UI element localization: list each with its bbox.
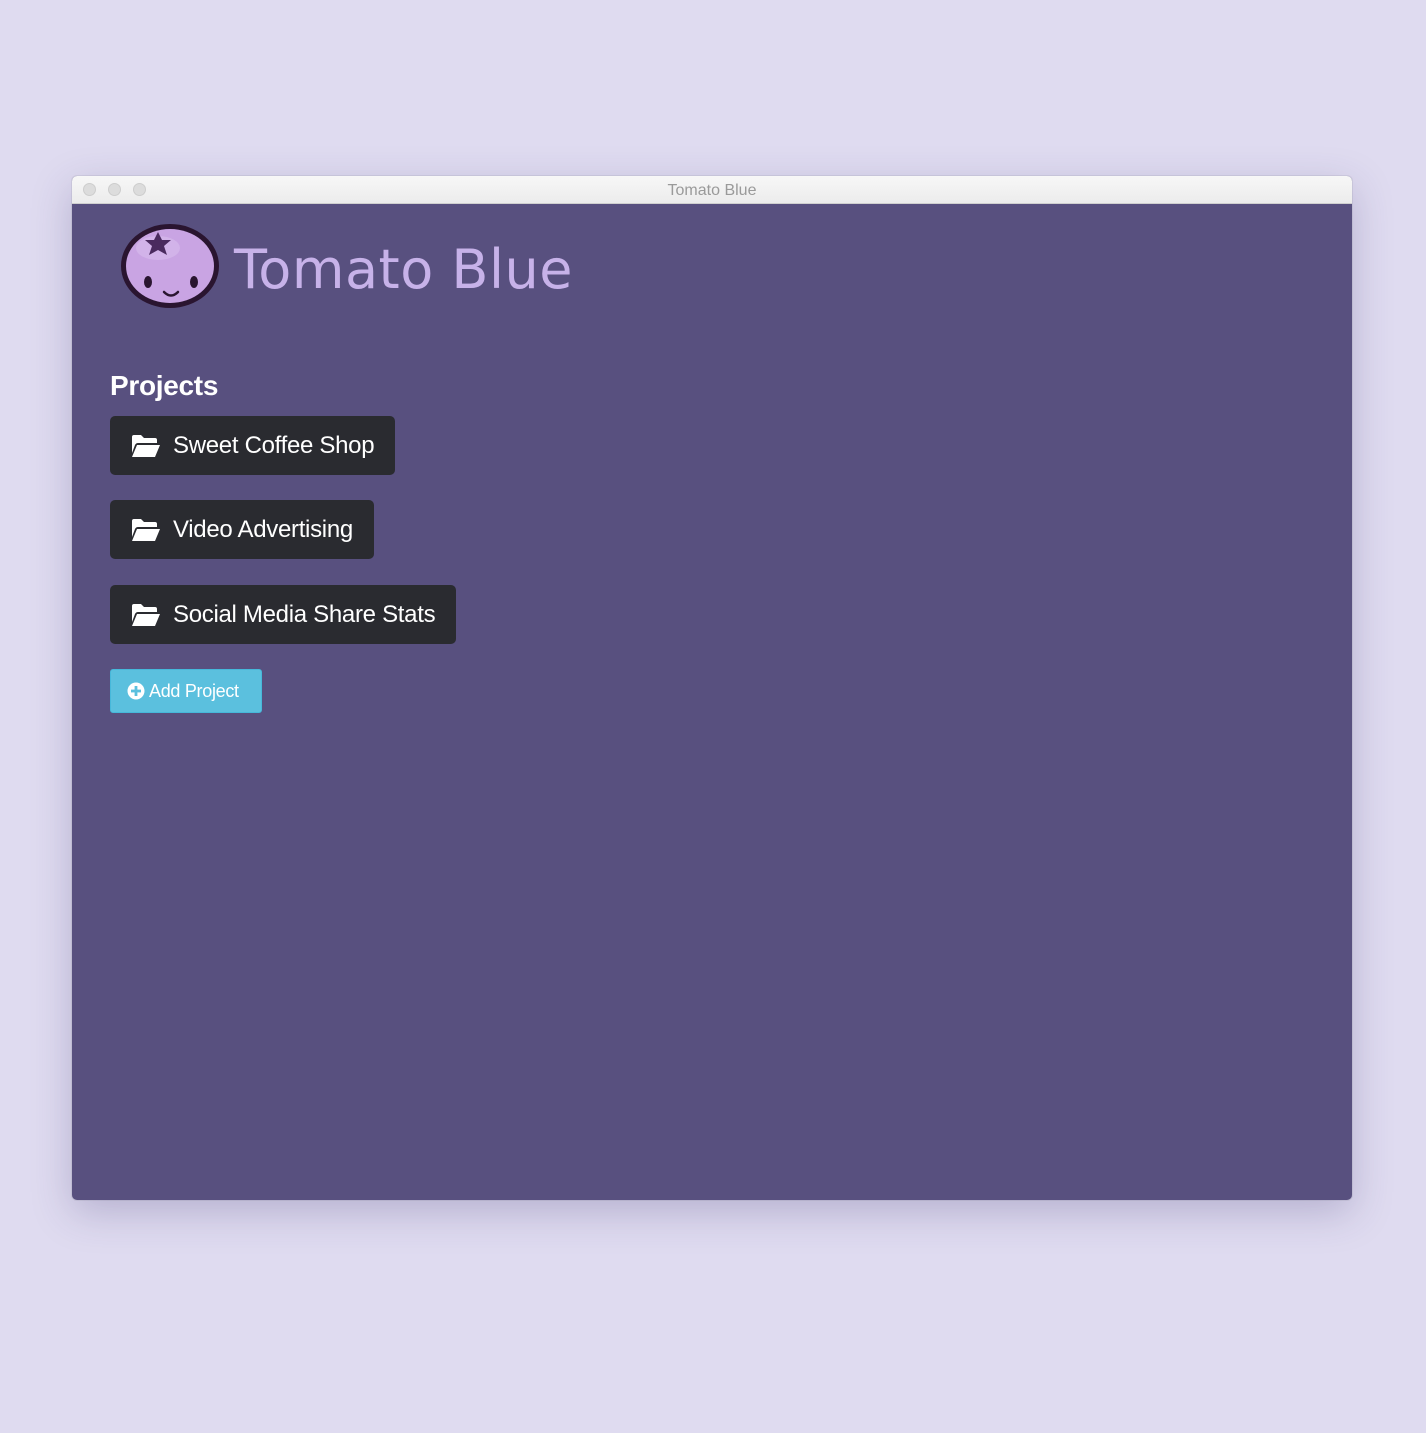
folder-open-icon <box>132 434 160 457</box>
brand-name: Tomato Blue <box>234 237 573 301</box>
project-label: Social Media Share Stats <box>173 600 436 628</box>
title-bar[interactable]: Tomato Blue <box>72 176 1352 204</box>
add-project-label: Add Project <box>149 680 239 701</box>
add-project-button[interactable]: Add Project <box>110 669 262 713</box>
project-label: Video Advertising <box>173 515 353 543</box>
projects-heading: Projects <box>110 370 219 401</box>
window-title: Tomato Blue <box>667 182 757 199</box>
plus-circle-icon <box>127 682 145 700</box>
folder-open-icon <box>132 518 160 541</box>
brand-header: Tomato Blue <box>118 220 573 312</box>
project-button[interactable]: Video Advertising <box>110 500 374 559</box>
folder-open-icon <box>132 603 160 626</box>
blueberry-face-icon <box>121 224 219 308</box>
project-label: Sweet Coffee Shop <box>173 431 375 459</box>
project-button[interactable]: Sweet Coffee Shop <box>110 416 396 475</box>
app-content: Tomato Blue Projects Sweet Coffee Shop V… <box>72 204 1352 1200</box>
project-button[interactable]: Social Media Share Stats <box>110 585 457 644</box>
app-window: Tomato Blue Tomato Blue Projects Sweet C… <box>72 176 1352 1200</box>
